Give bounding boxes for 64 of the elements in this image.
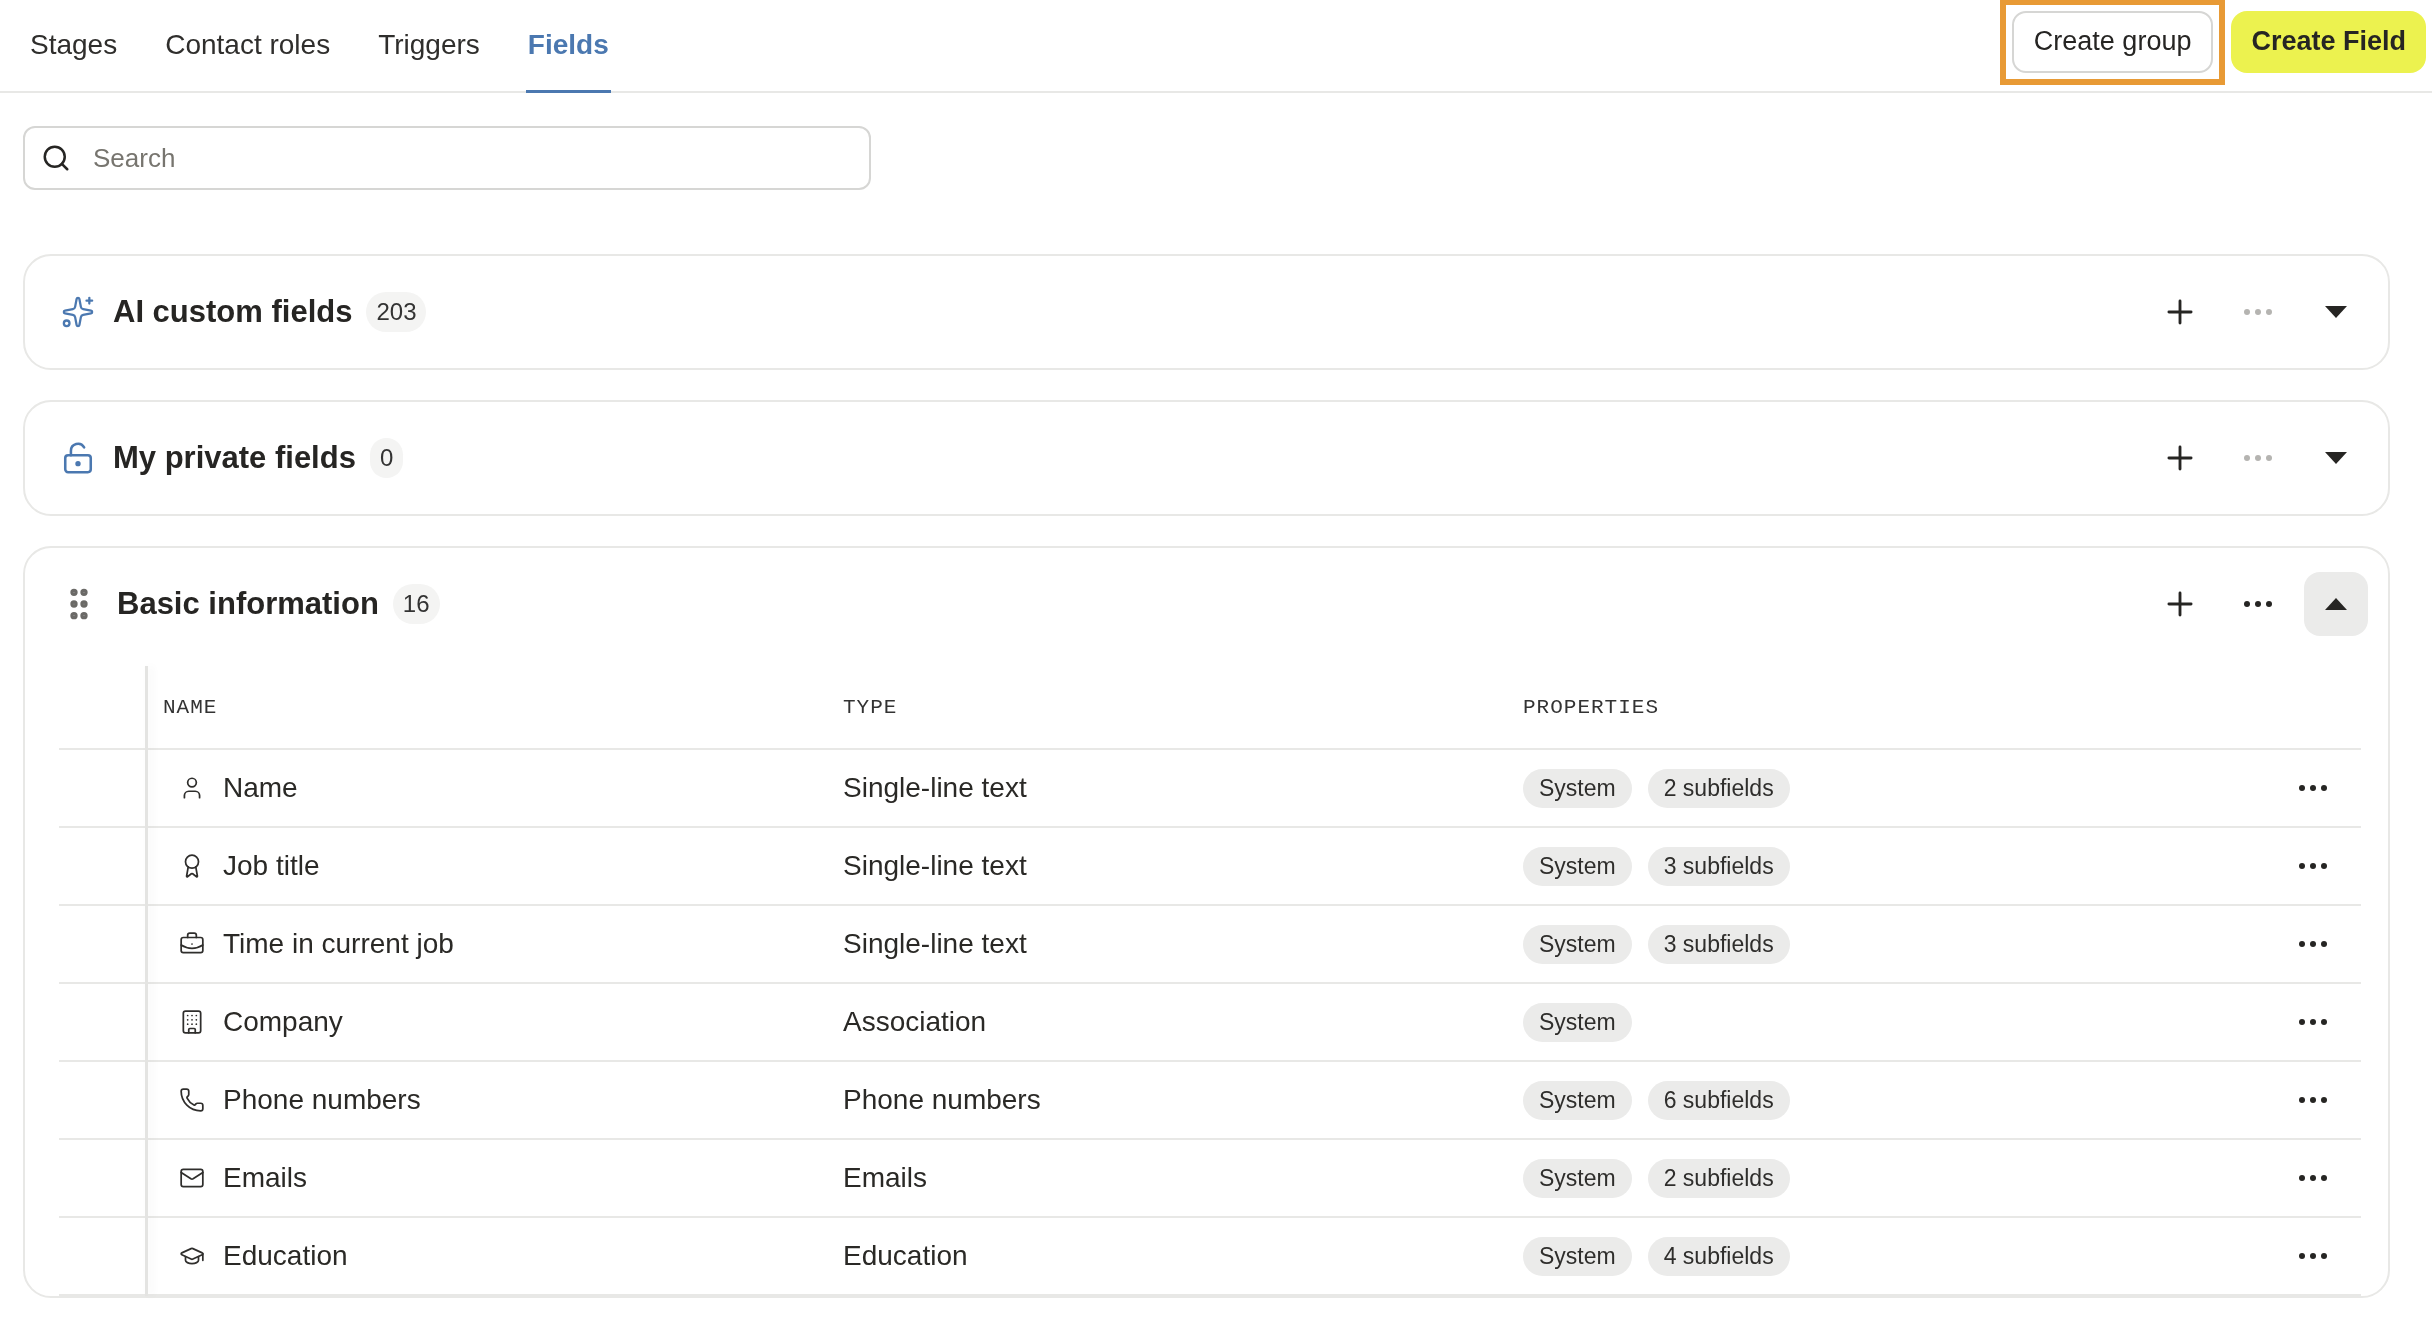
caret-up-icon (2325, 598, 2347, 610)
more-icon (2299, 785, 2327, 791)
group-title: Basic information (117, 586, 379, 622)
property-tag: System (1523, 1236, 1632, 1276)
property-tag: System (1523, 1080, 1632, 1120)
property-tag: 3 subfields (1647, 846, 1790, 886)
column-header: TYPE (842, 695, 899, 719)
more-icon (2299, 1097, 2327, 1103)
field-type: Single-line text (842, 772, 1028, 804)
group-count: 0 (369, 438, 404, 478)
field-type: Emails (842, 1162, 928, 1194)
caret-down-icon (2325, 452, 2347, 464)
property-tag: 2 subfields (1647, 1158, 1790, 1198)
briefcase-icon (179, 931, 205, 957)
more-icon (2244, 309, 2272, 315)
more-icon (2244, 455, 2272, 461)
field-name: Name (223, 772, 298, 804)
more-icon (2244, 601, 2272, 607)
unlock-icon (61, 441, 95, 475)
field-name: Emails (223, 1162, 307, 1194)
more-icon (2299, 941, 2327, 947)
group-title: My private fields (113, 440, 356, 476)
property-tag: System (1523, 1002, 1632, 1042)
field-name: Phone numbers (223, 1084, 421, 1116)
more-icon (2299, 1253, 2327, 1259)
column-header: NAME (162, 695, 219, 719)
tab[interactable]: Stages (28, 0, 120, 93)
more-icon (2299, 1019, 2327, 1025)
more-icon (2299, 1175, 2327, 1181)
field-type: Single-line text (842, 850, 1028, 882)
create-group-button[interactable]: Create group (2011, 10, 2214, 73)
field-name: Time in current job (223, 928, 454, 960)
property-tag: 4 subfields (1647, 1236, 1790, 1276)
building-icon (179, 1009, 205, 1035)
create-field-button[interactable]: Create Field (2231, 10, 2426, 73)
caret-down-icon (2325, 306, 2347, 318)
property-tag: 6 subfields (1647, 1080, 1790, 1120)
search-field[interactable]: Search (23, 126, 871, 190)
search-icon (41, 143, 71, 173)
sparkle-icon (61, 295, 95, 329)
property-tag: System (1523, 768, 1632, 808)
property-tag: System (1523, 1158, 1632, 1198)
group-title: AI custom fields (113, 294, 353, 330)
field-type: Single-line text (842, 928, 1028, 960)
field-name: Company (223, 1006, 343, 1038)
tab[interactable]: Fields (525, 0, 611, 93)
more-icon (2299, 863, 2327, 869)
field-name: Job title (223, 850, 320, 882)
tab[interactable]: Contact roles (163, 0, 333, 93)
field-type: Phone numbers (842, 1084, 1042, 1116)
tab[interactable]: Triggers (376, 0, 482, 93)
property-tag: 3 subfields (1647, 924, 1790, 964)
property-tag: System (1523, 924, 1632, 964)
property-tag: System (1523, 846, 1632, 886)
group-count: 203 (366, 292, 427, 332)
mail-icon (179, 1165, 205, 1191)
field-type: Association (842, 1006, 988, 1038)
field-name: Education (223, 1240, 348, 1272)
field-type: Education (842, 1240, 969, 1272)
property-tag: 2 subfields (1647, 768, 1790, 808)
column-header: PROPERTIES (1522, 695, 1661, 719)
collapse-toggle[interactable] (2304, 572, 2368, 636)
phone-icon (179, 1087, 205, 1113)
group-count: 16 (392, 584, 440, 624)
